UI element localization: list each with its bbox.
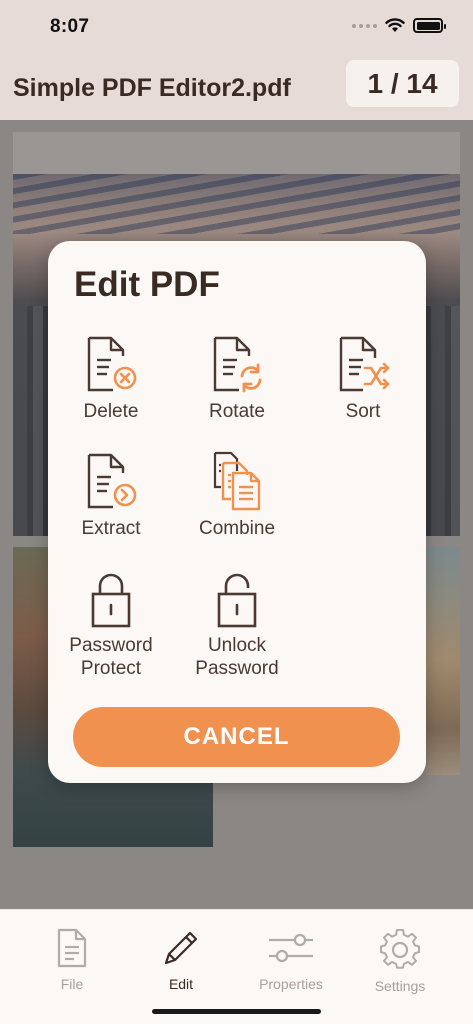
combine-files-icon xyxy=(213,451,261,511)
delete-label: Delete xyxy=(83,401,139,422)
delete-file-icon xyxy=(87,336,137,392)
page-thumbnail[interactable] xyxy=(13,132,460,174)
edit-pdf-dialog: Edit PDF Delete Rotate Sort Extract Comb… xyxy=(48,241,426,783)
battery-icon xyxy=(413,18,446,33)
bottom-tab-bar: File Edit Properties Settings xyxy=(0,909,473,1024)
tab-edit[interactable]: Edit xyxy=(131,928,231,992)
unlock-password-option[interactable]: Unlock Password xyxy=(174,568,300,688)
rotate-label: Rotate xyxy=(209,401,265,422)
app-header: Simple PDF Editor2.pdf 1 / 14 xyxy=(0,54,473,120)
dialog-title: Edit PDF xyxy=(74,265,220,304)
tab-settings[interactable]: Settings xyxy=(350,928,450,994)
signal-icon xyxy=(352,23,377,28)
password-protect-label: Password Protect xyxy=(69,635,153,679)
rotate-file-icon xyxy=(213,336,262,393)
page-thumbnail[interactable] xyxy=(426,547,460,775)
tab-file[interactable]: File xyxy=(22,928,122,992)
lock-icon xyxy=(91,573,131,628)
status-icons xyxy=(352,18,446,33)
combine-label: Combine xyxy=(198,518,276,539)
extract-file-icon xyxy=(87,453,137,509)
tab-label: Properties xyxy=(259,976,323,992)
tab-label: File xyxy=(60,976,84,992)
cancel-button[interactable]: CANCEL xyxy=(73,707,400,767)
page-counter[interactable]: 1 / 14 xyxy=(346,60,459,107)
tab-label: Settings xyxy=(374,978,426,994)
sliders-icon xyxy=(269,933,313,963)
sort-option[interactable]: Sort xyxy=(300,334,426,444)
status-bar: 8:07 xyxy=(0,0,473,54)
shuffle-file-icon xyxy=(339,336,390,392)
unlock-icon xyxy=(217,573,257,628)
password-protect-option[interactable]: Password Protect xyxy=(48,568,174,688)
file-icon xyxy=(57,928,87,968)
tab-properties[interactable]: Properties xyxy=(241,928,341,992)
document-title: Simple PDF Editor2.pdf xyxy=(13,74,291,102)
home-indicator xyxy=(152,1009,321,1014)
combine-option[interactable]: Combine xyxy=(174,451,300,561)
extract-option[interactable]: Extract xyxy=(48,451,174,561)
pencil-icon xyxy=(164,931,198,965)
sort-label: Sort xyxy=(345,401,381,422)
wifi-icon xyxy=(385,18,405,32)
rotate-option[interactable]: Rotate xyxy=(174,334,300,444)
status-time: 8:07 xyxy=(50,16,90,37)
unlock-password-label: Unlock Password xyxy=(195,635,279,679)
tab-label: Edit xyxy=(168,976,194,992)
extract-label: Extract xyxy=(81,518,141,539)
gear-icon xyxy=(380,928,420,969)
delete-option[interactable]: Delete xyxy=(48,334,174,444)
